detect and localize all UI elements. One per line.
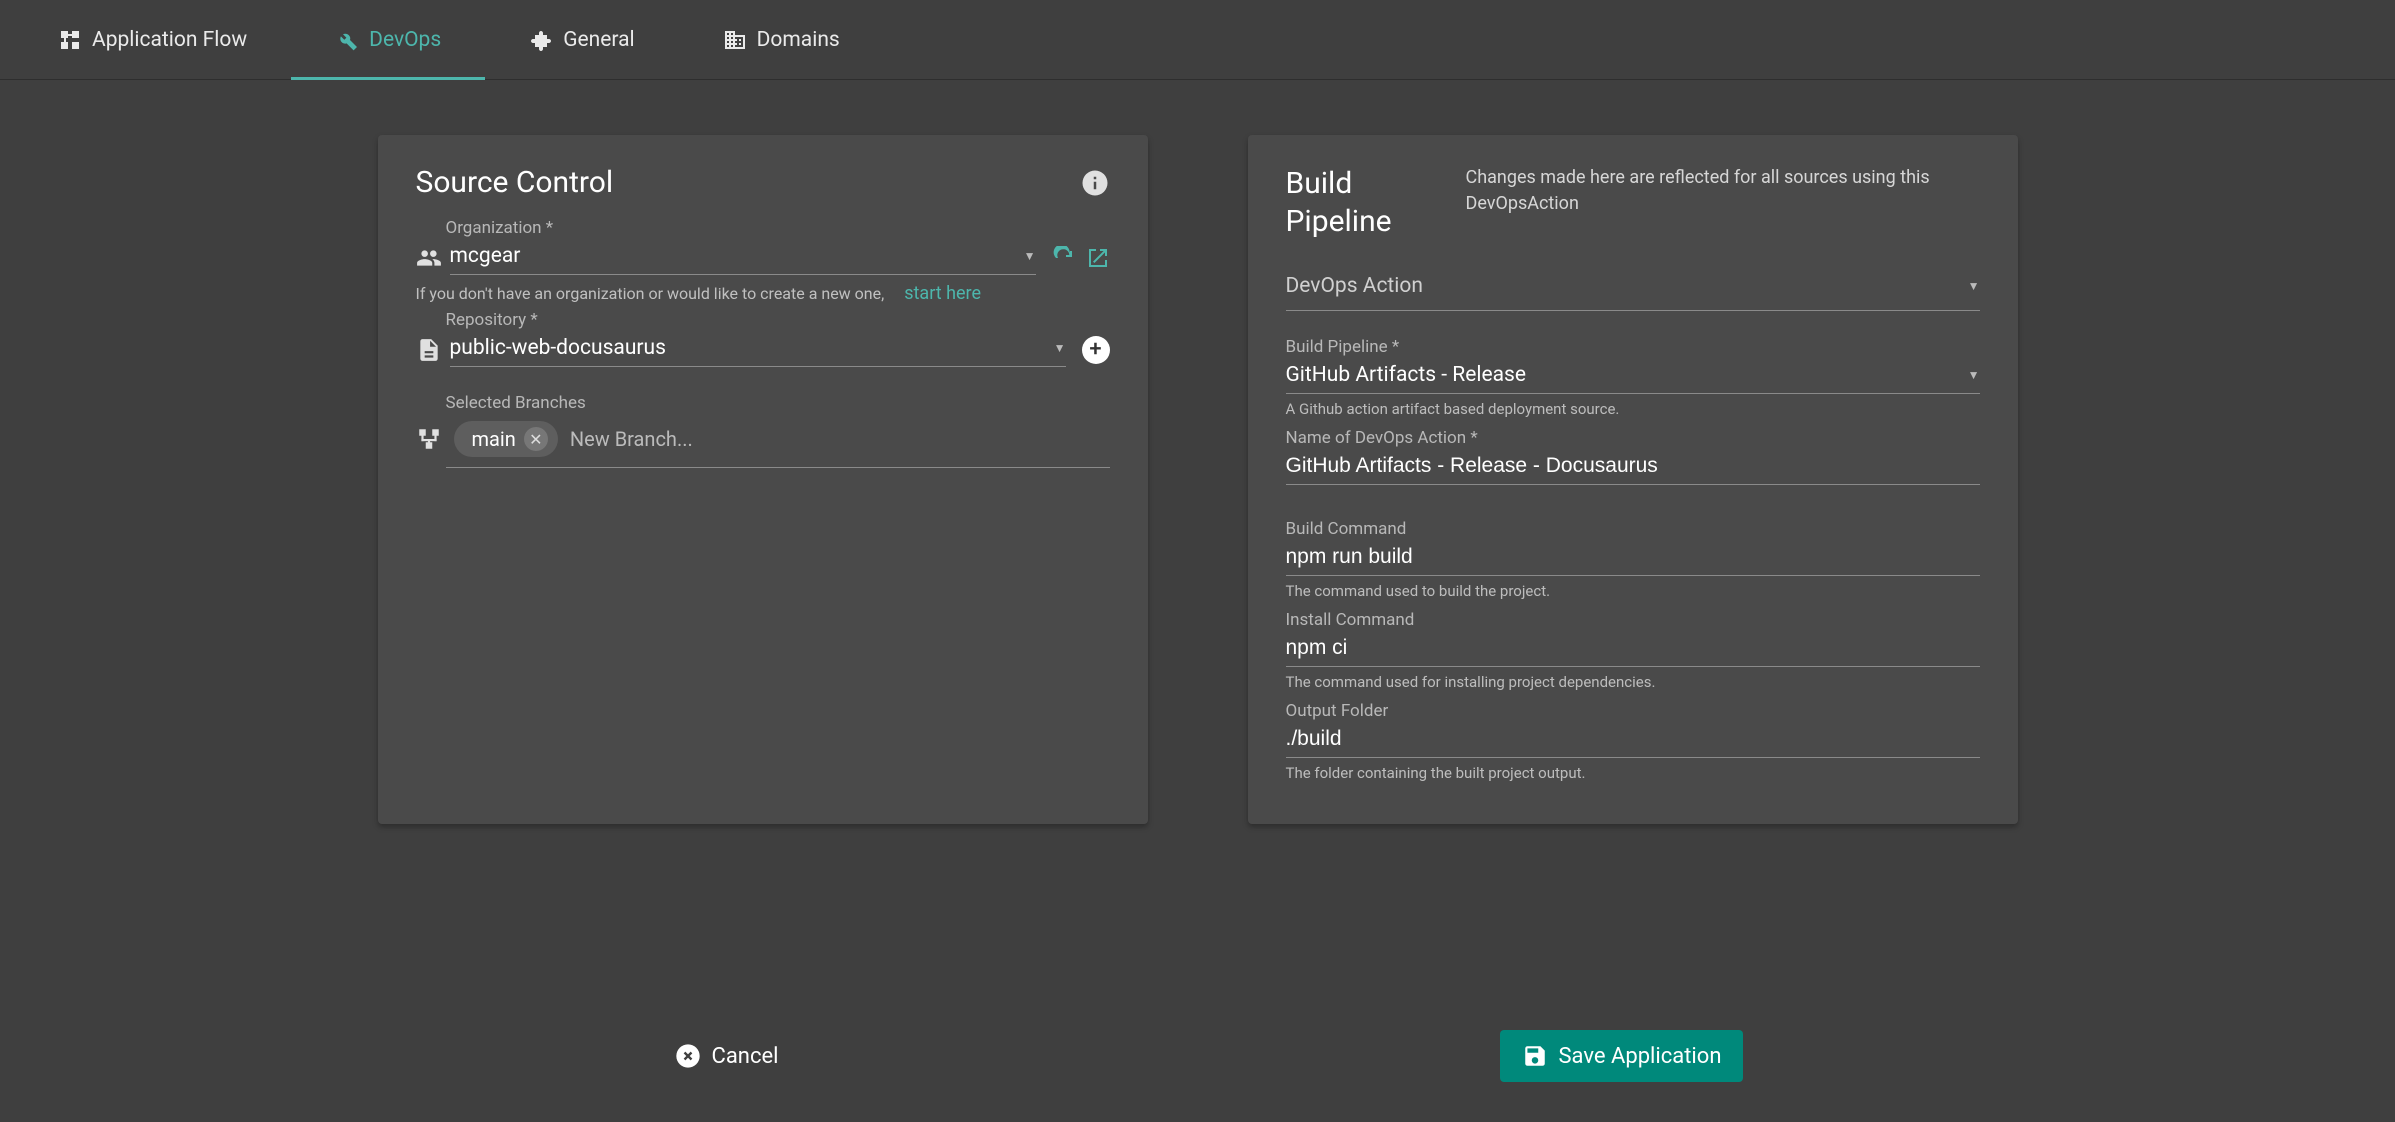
organization-label: Organization * bbox=[446, 218, 1110, 238]
build-pipeline-card: Build Pipeline Changes made here are ref… bbox=[1248, 135, 2018, 824]
repository-label: Repository * bbox=[446, 310, 1110, 330]
extension-icon bbox=[529, 28, 553, 52]
build-pipeline-field: Build Pipeline * GitHub Artifacts - Rele… bbox=[1286, 337, 1980, 418]
build-pipeline-select-label: Build Pipeline * bbox=[1286, 337, 1980, 357]
open-external-icon[interactable] bbox=[1086, 246, 1110, 270]
tab-label: Application Flow bbox=[92, 28, 247, 52]
wrench-icon bbox=[335, 28, 359, 52]
repository-value: public-web-docusaurus bbox=[450, 336, 1048, 360]
org-help-row: If you don't have an organization or wou… bbox=[416, 283, 1110, 304]
build-command-label: Build Command bbox=[1286, 519, 1980, 539]
tabs-bar: Application Flow DevOps General Domains bbox=[0, 0, 2395, 80]
devops-action-field: DevOps Action ▼ bbox=[1286, 258, 1980, 311]
organization-value: mcgear bbox=[450, 244, 1018, 268]
tab-general[interactable]: General bbox=[485, 0, 678, 79]
tab-domains[interactable]: Domains bbox=[679, 0, 884, 79]
chevron-down-icon: ▼ bbox=[1968, 368, 1980, 382]
build-pipeline-hint: A Github action artifact based deploymen… bbox=[1286, 400, 1980, 418]
devops-action-select[interactable]: DevOps Action ▼ bbox=[1286, 258, 1980, 311]
devops-action-placeholder: DevOps Action bbox=[1286, 274, 1962, 298]
output-folder-hint: The folder containing the built project … bbox=[1286, 764, 1980, 782]
remove-branch-icon[interactable]: ✕ bbox=[524, 427, 548, 451]
file-icon bbox=[416, 337, 442, 363]
branch-chip-label: main bbox=[472, 427, 516, 451]
domain-icon bbox=[723, 28, 747, 52]
build-pipeline-value: GitHub Artifacts - Release bbox=[1286, 363, 1962, 387]
save-icon bbox=[1522, 1043, 1548, 1069]
org-help-text: If you don't have an organization or wou… bbox=[416, 284, 885, 303]
cancel-button[interactable]: Cancel bbox=[652, 1030, 801, 1082]
chevron-down-icon: ▼ bbox=[1054, 341, 1066, 355]
tab-label: Domains bbox=[757, 28, 840, 52]
branches-label: Selected Branches bbox=[446, 393, 1110, 413]
install-command-field: Install Command The command used for ins… bbox=[1286, 610, 1980, 691]
output-folder-input[interactable] bbox=[1286, 723, 1980, 758]
build-pipeline-title: Build Pipeline bbox=[1286, 165, 1466, 240]
chevron-down-icon: ▼ bbox=[1968, 279, 1980, 293]
organization-field: Organization * mcgear ▼ bbox=[416, 218, 1110, 275]
build-pipeline-subtitle: Changes made here are reflected for all … bbox=[1466, 165, 1980, 217]
refresh-icon[interactable] bbox=[1052, 246, 1076, 270]
organization-select[interactable]: mcgear ▼ bbox=[450, 240, 1036, 275]
cancel-label: Cancel bbox=[712, 1044, 779, 1069]
repository-select[interactable]: public-web-docusaurus ▼ bbox=[450, 332, 1066, 367]
save-application-button[interactable]: Save Application bbox=[1500, 1030, 1743, 1082]
output-folder-field: Output Folder The folder containing the … bbox=[1286, 701, 1980, 782]
source-control-card: Source Control Organization * mcgear ▼ bbox=[378, 135, 1148, 824]
action-name-field: Name of DevOps Action * bbox=[1286, 428, 1980, 485]
tab-label: DevOps bbox=[369, 28, 441, 52]
build-command-field: Build Command The command used to build … bbox=[1286, 519, 1980, 600]
info-icon[interactable] bbox=[1080, 168, 1110, 198]
install-command-hint: The command used for installing project … bbox=[1286, 673, 1980, 691]
action-name-input[interactable] bbox=[1286, 450, 1980, 485]
build-pipeline-select[interactable]: GitHub Artifacts - Release ▼ bbox=[1286, 359, 1980, 394]
add-repository-button[interactable]: + bbox=[1082, 336, 1110, 364]
start-here-link[interactable]: start here bbox=[904, 283, 981, 304]
branch-chip: main ✕ bbox=[454, 421, 558, 457]
source-control-title: Source Control bbox=[416, 165, 614, 200]
save-label: Save Application bbox=[1558, 1044, 1721, 1069]
flow-icon bbox=[58, 28, 82, 52]
build-command-hint: The command used to build the project. bbox=[1286, 582, 1980, 600]
build-command-input[interactable] bbox=[1286, 541, 1980, 576]
tab-application-flow[interactable]: Application Flow bbox=[14, 0, 291, 79]
main-content: Source Control Organization * mcgear ▼ bbox=[0, 80, 2395, 824]
new-branch-input[interactable]: New Branch... bbox=[570, 427, 1110, 451]
cancel-icon bbox=[674, 1042, 702, 1070]
install-command-label: Install Command bbox=[1286, 610, 1980, 630]
branches-field: Selected Branches main ✕ New Branch... bbox=[416, 393, 1110, 468]
output-folder-label: Output Folder bbox=[1286, 701, 1980, 721]
branch-icon bbox=[416, 426, 442, 452]
chevron-down-icon: ▼ bbox=[1024, 249, 1036, 263]
footer-actions: Cancel Save Application bbox=[0, 1030, 2395, 1082]
install-command-input[interactable] bbox=[1286, 632, 1980, 667]
action-name-label: Name of DevOps Action * bbox=[1286, 428, 1980, 448]
tab-devops[interactable]: DevOps bbox=[291, 0, 485, 79]
repository-field: Repository * public-web-docusaurus ▼ + bbox=[416, 310, 1110, 367]
people-icon bbox=[416, 245, 442, 271]
tab-label: General bbox=[563, 28, 634, 52]
